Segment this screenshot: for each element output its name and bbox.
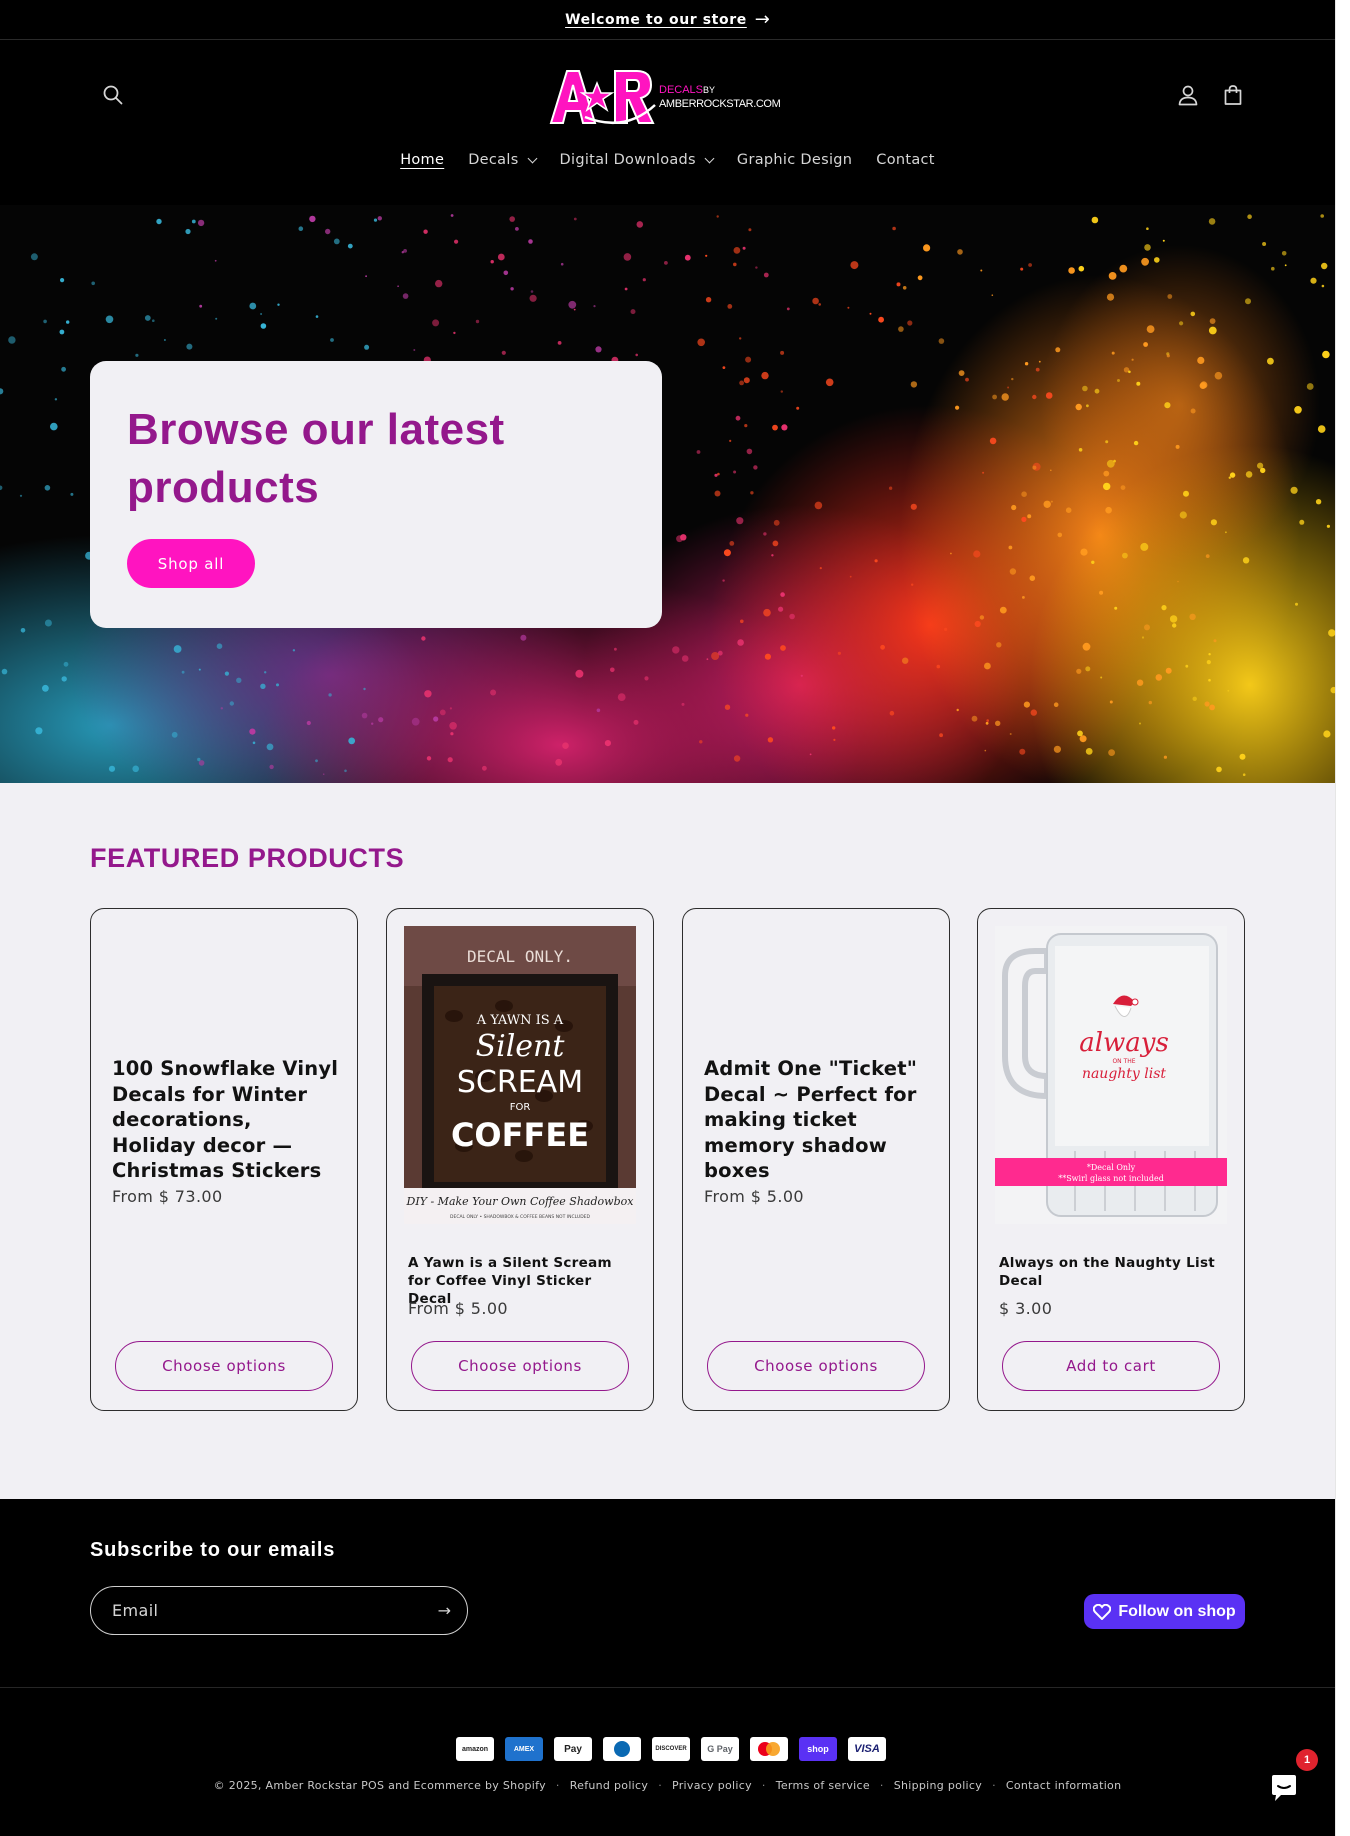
nav-label: Contact [876, 152, 935, 168]
product-image-band2: **Swirl glass not included [1058, 1174, 1164, 1183]
amazon-pay-icon: amazon [456, 1737, 494, 1761]
contact-information-link[interactable]: Contact information [1006, 1779, 1121, 1792]
discover-icon: DISCOVER [652, 1737, 690, 1761]
nav-item-graphic-design[interactable]: Graphic Design [725, 152, 864, 168]
logo-line1: DECALSBY [659, 84, 715, 96]
product-image-text-l3: SCREAM [457, 1065, 583, 1100]
product-image-text-l5: COFFEE [451, 1116, 589, 1154]
product-image-text-l1: A YAWN IS A [476, 1013, 564, 1028]
refund-policy-link[interactable]: Refund policy [570, 1779, 649, 1792]
section-title: FEATURED PRODUCTS [90, 843, 405, 873]
page: Welcome to our store → DECALSBY AMBERROC… [0, 0, 1335, 1836]
product-image-text-sub2: naughty list [1082, 1066, 1166, 1082]
legal-links: © 2025, Amber Rockstar POS and Ecommerce… [213, 1779, 1122, 1792]
product-image-text-top: DECAL ONLY. [467, 947, 573, 966]
diners-club-icon [603, 1737, 641, 1761]
nav-label: Home [400, 152, 445, 168]
nav-label: Graphic Design [736, 152, 853, 168]
heart-icon [1093, 1603, 1112, 1620]
scrollbar[interactable] [1335, 0, 1350, 1836]
payment-label: VISA [854, 1743, 880, 1755]
payment-icons: amazon AMEX Pay DISCOVER G Pay shop VISA [456, 1737, 886, 1761]
product-image[interactable]: always ON THE naughty list *Decal Only *… [995, 926, 1227, 1224]
submit-arrow-icon[interactable]: → [438, 1601, 451, 1620]
product-image-text-l4: FOR [510, 1102, 531, 1113]
payment-label: AMEX [513, 1745, 535, 1753]
choose-options-button[interactable]: Choose options [707, 1341, 925, 1391]
product-price: From $ 73.00 [112, 1187, 223, 1206]
announcement-link[interactable]: Welcome to our store [565, 12, 747, 28]
hero-title: Browse our latest products [127, 405, 505, 512]
product-title[interactable]: Admit One "Ticket" Decal ~ Perfect for m… [704, 1056, 934, 1184]
site-footer: Subscribe to our emails → Follow on shop… [0, 1499, 1335, 1836]
choose-options-button[interactable]: Choose options [115, 1341, 333, 1391]
product-image-text-small: DECAL ONLY • SHADOWBOX & COFFEE BEANS NO… [450, 1214, 590, 1220]
product-price: $ 3.00 [999, 1299, 1053, 1318]
product-price: From $ 5.00 [704, 1187, 805, 1206]
footer-divider [0, 1687, 1335, 1688]
nav-item-decals[interactable]: Decals [456, 152, 547, 168]
newsletter-title: Subscribe to our emails [90, 1539, 336, 1561]
arrow-right-icon: → [754, 9, 770, 30]
featured-products-section: FEATURED PRODUCTS 100 Snowflake Vinyl De… [0, 783, 1335, 1499]
mastercard-icon [750, 1737, 788, 1761]
product-card[interactable]: 100 Snowflake Vinyl Decals for Winter de… [90, 908, 358, 1411]
shop-all-button[interactable]: Shop all [127, 539, 255, 588]
payment-label: Pay [564, 1743, 582, 1755]
search-icon[interactable] [93, 75, 133, 115]
product-image-text-l2: Silent [476, 1029, 566, 1064]
product-image-text-strip: DIY - Make Your Own Coffee Shadowbox [406, 1195, 635, 1208]
shop-pay-icon: shop [799, 1737, 837, 1761]
newsletter-form: → [90, 1586, 468, 1635]
shipping-policy-link[interactable]: Shipping policy [894, 1779, 982, 1792]
product-image-text-sub1: ON THE [1112, 1058, 1135, 1065]
payment-label: G Pay [707, 1744, 733, 1754]
nav-label: Decals [468, 152, 519, 168]
terms-of-service-link[interactable]: Terms of service [776, 1779, 870, 1792]
chevron-down-icon [527, 153, 537, 163]
email-input[interactable] [112, 1601, 412, 1620]
nav-item-digital-downloads[interactable]: Digital Downloads [548, 152, 725, 168]
choose-options-button[interactable]: Choose options [411, 1341, 629, 1391]
product-image-text-main: always [1079, 1028, 1169, 1058]
announcement-bar: Welcome to our store → [0, 0, 1335, 40]
privacy-policy-link[interactable]: Privacy policy [672, 1779, 752, 1792]
hero-banner: Browse our latest products Shop all [0, 205, 1335, 783]
product-card[interactable]: DECAL ONLY. A YAWN IS A Silent SCREAM FO… [386, 908, 654, 1411]
hero-content-box: Browse our latest products Shop all [90, 361, 662, 628]
account-icon[interactable] [1168, 75, 1208, 115]
payment-label: shop [807, 1744, 829, 1754]
follow-label: Follow on shop [1118, 1602, 1236, 1620]
amex-icon: AMEX [505, 1737, 543, 1761]
site-header: DECALSBY AMBERROCKSTAR.COM Home Decals D… [0, 40, 1335, 205]
store-logo[interactable]: DECALSBY AMBERROCKSTAR.COM [545, 65, 793, 127]
chat-notification-badge: 1 [1296, 1749, 1318, 1771]
product-image[interactable]: DECAL ONLY. A YAWN IS A Silent SCREAM FO… [404, 926, 636, 1224]
visa-icon: VISA [848, 1737, 886, 1761]
copyright: © 2025, Amber Rockstar POS and Ecommerce… [213, 1779, 546, 1792]
product-title[interactable]: Always on the Naughty List Decal [999, 1254, 1227, 1290]
payment-label: DISCOVER [655, 1746, 687, 1752]
cart-icon[interactable] [1213, 75, 1253, 115]
add-to-cart-button[interactable]: Add to cart [1002, 1341, 1220, 1391]
chat-icon [1272, 1775, 1296, 1801]
apple-pay-icon: Pay [554, 1737, 592, 1761]
nav-item-contact[interactable]: Contact [864, 152, 947, 168]
nav-item-home[interactable]: Home [388, 152, 456, 168]
payment-label: amazon [461, 1745, 489, 1753]
logo-line2: AMBERROCKSTAR.COM [659, 98, 781, 110]
product-image-band1: *Decal Only [1087, 1163, 1136, 1172]
chevron-down-icon [704, 153, 715, 163]
product-card[interactable]: always ON THE naughty list *Decal Only *… [977, 908, 1245, 1411]
nav-label: Digital Downloads [559, 152, 696, 168]
product-title[interactable]: 100 Snowflake Vinyl Decals for Winter de… [112, 1056, 342, 1184]
google-pay-icon: G Pay [701, 1737, 739, 1761]
product-card[interactable]: Admit One "Ticket" Decal ~ Perfect for m… [682, 908, 950, 1411]
follow-on-shop-button[interactable]: Follow on shop [1084, 1594, 1245, 1629]
main-nav: Home Decals Digital Downloads Graphic De… [0, 152, 1335, 168]
product-price: From $ 5.00 [408, 1299, 509, 1318]
